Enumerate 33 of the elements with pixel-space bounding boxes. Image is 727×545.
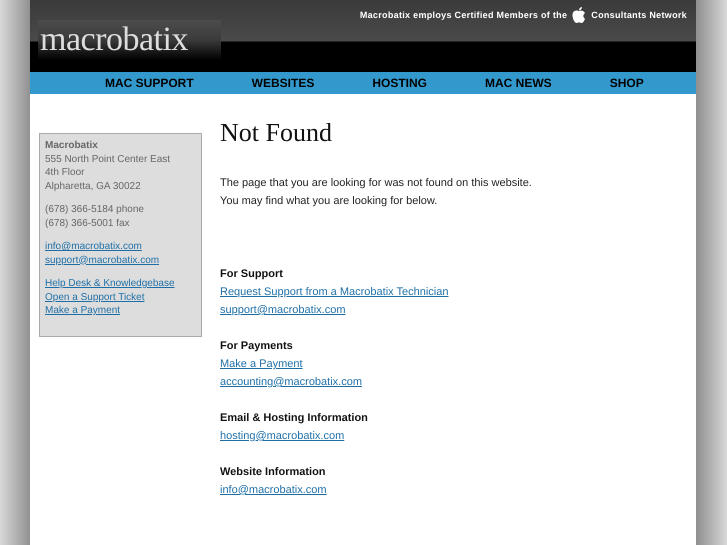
company-name: Macrobatix (45, 139, 99, 152)
address-line: 4th Floor (45, 166, 86, 180)
sidebar-link[interactable]: Open a Support Ticket (45, 290, 145, 304)
address-line: 555 North Point Center East (45, 152, 172, 166)
apple-icon (571, 6, 588, 24)
nav-link[interactable]: WEBSITES (252, 76, 314, 90)
phone-number: (678) 366-5184 phone (45, 203, 145, 216)
section-link[interactable]: accounting@macrobatix.com (220, 373, 362, 391)
nav-link[interactable]: SHOP (610, 76, 644, 90)
sidebar-link[interactable]: Help Desk & Knowledgebase (45, 277, 175, 290)
nav-link[interactable]: HOSTING (372, 76, 428, 90)
email-link[interactable]: support@macrobatix.com (45, 254, 160, 267)
nav-link[interactable]: MAC SUPPORT (105, 76, 194, 90)
nav-link[interactable]: MAC NEWS (485, 76, 552, 90)
address-line: Alpharetta, GA 30022 (45, 180, 142, 193)
section-link[interactable]: hosting@macrobatix.com (220, 427, 344, 445)
message-text: You may find what you are looking for below. (220, 194, 438, 209)
section-link[interactable]: info@macrobatix.com (220, 481, 327, 499)
tagline-text: Macrobatix employs Certified Members of the (360, 10, 568, 20)
email-link[interactable]: info@macrobatix.com (45, 240, 142, 254)
section-link[interactable]: Make a Payment (220, 355, 303, 373)
section-heading: For Payments (220, 339, 294, 354)
section-link[interactable]: support@macrobatix.com (220, 301, 346, 319)
section-link[interactable]: Request Support from a Macrobatix Technician (220, 283, 448, 301)
page-title: Not Found (220, 118, 333, 148)
sidebar-link[interactable]: Make a Payment (45, 304, 120, 318)
message-text: The page that you are looking for was not found on this website. (220, 176, 532, 191)
site-logo[interactable]: macrobatix (38, 20, 221, 60)
section-heading: For Support (220, 267, 284, 282)
phone-number: (678) 366-5001 fax (45, 216, 131, 230)
section-heading: Website Information (220, 465, 327, 480)
section-heading: Email & Hosting Information (220, 411, 369, 426)
tagline-text: Consultants Network (591, 10, 687, 20)
